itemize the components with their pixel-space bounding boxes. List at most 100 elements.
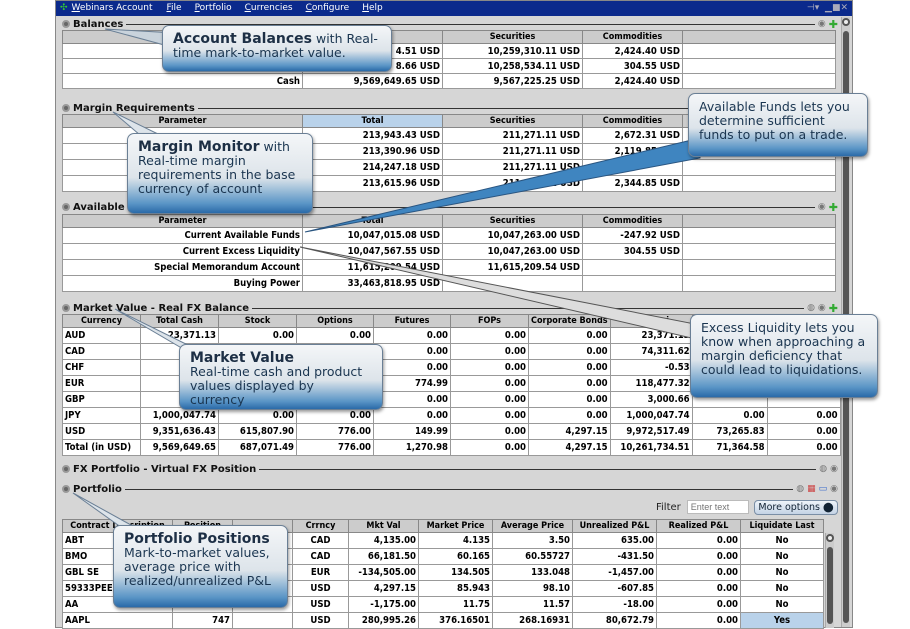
refresh-icon[interactable]: ◍	[819, 464, 827, 474]
scroll-up-icon[interactable]	[842, 18, 850, 26]
table-cell: 11.75	[418, 596, 493, 613]
window-title: Webinars Account	[71, 3, 153, 13]
collapse-icon[interactable]	[62, 20, 70, 28]
scroll-thumb[interactable]	[827, 547, 833, 624]
table-cell: -18.00	[572, 596, 657, 613]
collapse-icon[interactable]	[62, 485, 70, 493]
table-row[interactable]: Special Memorandum Account 11,615,209.54 …	[62, 259, 836, 276]
callout-text: Excess Liquidity lets you know when appr…	[701, 320, 866, 377]
portfolio-scrollbar[interactable]	[825, 533, 834, 628]
column-header[interactable]: Commodities	[582, 114, 683, 128]
window-icon[interactable]: ▭	[819, 484, 828, 494]
menu-currencies[interactable]: Currencies	[245, 1, 293, 16]
chart-icon[interactable]: ▦	[807, 484, 816, 494]
refresh-icon[interactable]: ◍	[807, 303, 815, 313]
scroll-up-icon[interactable]	[826, 534, 834, 542]
table-row[interactable]: Total (in USD) 9,569,649.65 687,071.49 776.…	[62, 439, 841, 456]
help-icon[interactable]: ◉	[830, 464, 838, 474]
help-icon[interactable]: ◉	[818, 19, 826, 29]
column-header[interactable]: Market Price	[418, 519, 493, 533]
close-icon[interactable]: ✕	[840, 3, 848, 13]
minimize-icon[interactable]: ▁	[825, 3, 832, 13]
column-header[interactable]: Crrncy	[292, 519, 349, 533]
table-cell	[682, 275, 836, 292]
collapse-icon[interactable]	[62, 465, 70, 473]
menu-help[interactable]: Help	[362, 1, 383, 16]
table-row[interactable]: Current Excess Liquidity 10,047,567.55 US…	[62, 243, 836, 260]
section-fx-portfolio[interactable]: FX Portfolio - Virtual FX Position ◍ ◉	[62, 463, 838, 475]
column-header[interactable]: Futures	[373, 314, 451, 328]
help-icon[interactable]: ◉	[830, 484, 838, 494]
table-row[interactable]: Current Available Funds 10,047,015.08 USD…	[62, 227, 836, 244]
column-header[interactable]: Currency	[62, 314, 141, 328]
table-cell: 0.00	[528, 375, 611, 392]
help-icon[interactable]: ◉	[818, 202, 826, 212]
column-header[interactable]: Mkt Val	[348, 519, 419, 533]
column-header[interactable]: Total Cash	[140, 314, 219, 328]
callout-available-funds: Available Funds lets you determine suffi…	[688, 93, 868, 157]
table-cell: USD	[292, 596, 349, 613]
column-header[interactable]: Commodities	[582, 30, 683, 44]
table-cell: 0.00	[656, 580, 741, 597]
table-row[interactable]: USD 9,351,636.43 615,807.90 776.00 149.99 0.0…	[62, 423, 841, 440]
table-cell: Current Excess Liquidity	[62, 243, 303, 260]
column-header[interactable]	[682, 214, 836, 228]
column-header[interactable]: Nt Liqui	[609, 314, 693, 328]
column-header[interactable]: Stock	[218, 314, 297, 328]
column-header[interactable]: Securities	[442, 114, 583, 128]
table-row[interactable]: Buying Power 33,463,818.95 USD	[62, 275, 836, 292]
table-cell: CAD	[292, 548, 349, 565]
menu-configure[interactable]: Configure	[306, 1, 350, 16]
table-cell: 3.50	[492, 532, 573, 549]
table-cell	[682, 58, 836, 74]
column-header[interactable]: Corporate Bonds	[528, 314, 611, 328]
table-row[interactable]: Cash 9,569,649.65 USD 9,567,225.25 USD 2,42…	[62, 73, 836, 89]
table-row[interactable]: AAPL 747 USD 280,995.26 376.16501 268.16931 80…	[62, 612, 824, 629]
column-header[interactable]: Total	[302, 214, 443, 228]
column-header[interactable]: FOPs	[450, 314, 529, 328]
add-icon[interactable]: ✚	[829, 18, 838, 31]
section-portfolio[interactable]: Portfolio ◍ ▦ ▭ ◉	[62, 483, 838, 495]
table-cell: 74,311.62	[609, 343, 693, 360]
more-options-button[interactable]: More options ⬤	[754, 500, 838, 515]
add-icon[interactable]: ✚	[829, 302, 838, 315]
table-cell: 211,271.11 USD	[442, 175, 583, 192]
column-header[interactable]: Options	[296, 314, 374, 328]
table-cell: 0.00	[656, 532, 741, 549]
column-header[interactable]: Securities	[442, 30, 583, 44]
collapse-icon[interactable]	[62, 304, 70, 312]
column-header[interactable]: Parameter	[62, 114, 303, 128]
column-header[interactable]: Unrealized P&L	[572, 519, 657, 533]
menu-portfolio[interactable]: Portfolio	[195, 1, 232, 16]
column-header[interactable]: Commodities	[582, 214, 683, 228]
section-title: Margin Requirements	[73, 102, 195, 114]
filter-input[interactable]	[686, 500, 749, 514]
collapse-icon[interactable]	[62, 203, 70, 211]
table-cell: Special Memorandum Account	[62, 259, 303, 276]
column-header[interactable]: Parameter	[62, 214, 303, 228]
table-cell	[682, 43, 836, 59]
menu-file[interactable]: File	[166, 1, 181, 16]
callout-text: Mark-to-market values, average price wit…	[124, 545, 271, 588]
table-cell: -134,505.00	[348, 564, 419, 581]
table-cell: 0.00	[373, 343, 451, 360]
help-icon[interactable]: ◉	[818, 303, 826, 313]
collapse-icon[interactable]	[62, 104, 70, 112]
table-cell: 9,569,649.65	[140, 439, 219, 456]
column-header[interactable]	[682, 30, 836, 44]
table-cell: 376.16501	[418, 612, 493, 629]
column-header[interactable]: Average Price	[492, 519, 573, 533]
refresh-icon[interactable]: ◍	[796, 484, 804, 494]
table-cell: 73,265.83	[691, 423, 768, 440]
column-header[interactable]: Total	[302, 114, 443, 128]
pin-icon[interactable]: ⊣▾	[807, 3, 819, 13]
column-header[interactable]: Realized P&L	[656, 519, 741, 533]
section-market-value[interactable]: Market Value - Real FX Balance ◍ ◉ ✚	[62, 302, 838, 315]
table-row[interactable]: JPY 1,000,047.74 0.00 0.00 0.00 0.00 0.00 1,000…	[62, 407, 841, 424]
column-header[interactable]: Liquidate Last	[740, 519, 824, 533]
add-icon[interactable]: ✚	[829, 201, 838, 214]
table-cell: 268.16931	[492, 612, 573, 629]
column-header[interactable]: Securities	[442, 214, 583, 228]
table-cell: 0.00	[656, 612, 741, 629]
table-cell: 23,371.13	[609, 327, 693, 344]
